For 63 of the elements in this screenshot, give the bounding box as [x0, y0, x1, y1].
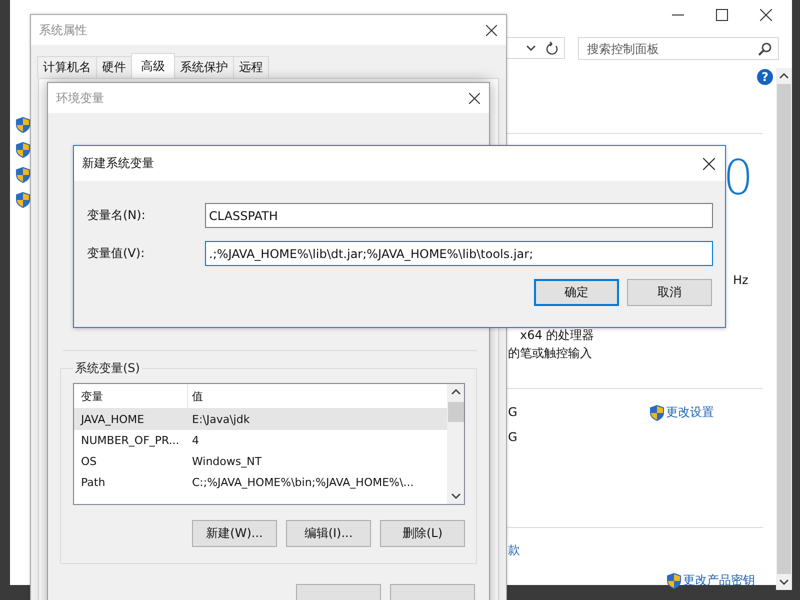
field-label: 变量名(N): [87, 207, 146, 224]
action-button[interactable]: 新建(W)... [192, 520, 277, 547]
field-label: 变量值(V): [87, 245, 146, 262]
table-row[interactable]: Path C:;%JAVA_HOME%\bin;%JAVA_HOME%\... [74, 472, 447, 493]
dialog-title: 系统属性 [39, 22, 87, 38]
dialog-button[interactable]: 取消 [627, 279, 712, 306]
shield-icon [650, 404, 664, 420]
change-settings-link[interactable]: 更改设置 [666, 404, 714, 421]
version-number: 0 [723, 150, 754, 206]
scroll-up-icon[interactable] [450, 388, 460, 396]
tab[interactable]: 计算机名 [37, 56, 97, 78]
product-key-link[interactable]: 更改产品密钥 [683, 572, 755, 589]
dialog-title: 新建系统变量 [82, 155, 154, 172]
scroll-up-icon[interactable] [779, 72, 789, 80]
scroll-down-icon[interactable] [779, 578, 789, 586]
refresh-icon[interactable] [546, 41, 558, 55]
tab[interactable]: 高级 [131, 53, 175, 78]
table-cell-text: C:;%JAVA_HOME%\bin;%JAVA_HOME%\... [191, 476, 415, 489]
action-button[interactable]: 删除(L) [380, 520, 465, 547]
scroll-down-icon[interactable] [450, 492, 460, 500]
chevron-down-icon[interactable] [526, 44, 536, 52]
help-icon[interactable]: ? [757, 69, 773, 85]
dialog-button[interactable]: 确定 [534, 279, 619, 306]
table-cell-text: JAVA_HOME [80, 412, 146, 428]
close-icon[interactable] [760, 9, 772, 21]
search-icon [758, 42, 772, 56]
dialog-title: 环境变量 [56, 90, 104, 106]
close-icon[interactable] [703, 158, 715, 170]
column-header[interactable]: 值 [188, 388, 447, 404]
table-cell-text: 4 [191, 434, 200, 447]
shield-icon [16, 192, 30, 208]
table-cell-text: NUMBER_OF_PR... [80, 433, 180, 449]
shield-icon [16, 117, 30, 133]
close-icon[interactable] [486, 24, 497, 36]
table-row[interactable]: OS Windows_NT [74, 451, 447, 472]
shield-icon [16, 142, 30, 158]
pen-touch-text: 的笔或触控输入 [508, 345, 592, 362]
table-row[interactable]: NUMBER_OF_PR... 4 [74, 430, 447, 451]
column-header[interactable]: 变量 [74, 384, 188, 408]
table-cell-text: E:\Java\jdk [191, 413, 251, 426]
memory-text: G [508, 430, 518, 444]
search-field[interactable]: 搜索控制面板 [578, 37, 779, 60]
scroll-thumb[interactable] [448, 402, 464, 422]
shield-icon [16, 167, 30, 183]
table-cell-text: Path [80, 475, 106, 491]
shield-icon [667, 572, 681, 588]
group-title: 系统变量(S) [74, 360, 141, 377]
table-row[interactable]: JAVA_HOME E:\Java\jdk [74, 409, 447, 430]
table-cell-text: Windows_NT [191, 455, 263, 468]
action-button[interactable]: 编辑(I)... [286, 520, 371, 547]
processor-speed: Hz [733, 273, 748, 287]
memory-text: G [508, 405, 518, 419]
maximize-icon[interactable] [716, 9, 728, 21]
partial-text: 款 [508, 542, 520, 559]
input-field[interactable]: .;%JAVA_HOME%\lib\dt.jar;%JAVA_HOME%\lib\tools.jar; [205, 241, 713, 266]
table-cell-text: OS [80, 454, 98, 470]
scroll-thumb[interactable] [777, 84, 791, 574]
tab[interactable]: 远程 [233, 56, 269, 78]
input-field[interactable]: CLASSPATH [205, 203, 713, 228]
close-icon[interactable] [469, 92, 480, 104]
scrollbar[interactable] [447, 384, 464, 504]
processor-type: x64 的处理器 [520, 327, 594, 344]
scrollbar[interactable] [776, 68, 792, 590]
